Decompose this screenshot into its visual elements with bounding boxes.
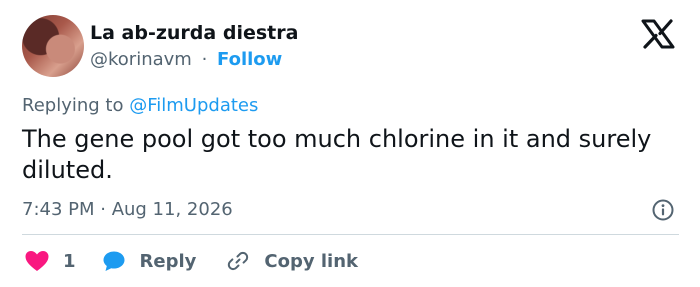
like-button[interactable]: 1 <box>22 249 76 273</box>
x-logo-icon[interactable] <box>640 19 676 49</box>
divider <box>22 234 679 235</box>
avatar[interactable] <box>22 15 84 77</box>
tweet-timestamp[interactable]: 7:43 PM · Aug 11, 2026 <box>22 199 233 220</box>
follow-button[interactable]: Follow <box>217 49 282 70</box>
reply-label: Reply <box>139 250 197 272</box>
info-icon[interactable] <box>651 198 675 222</box>
reply-context-prefix: Replying to <box>22 95 124 116</box>
copy-link-label: Copy link <box>264 250 358 272</box>
handle-separator: · <box>201 49 208 70</box>
like-count: 1 <box>63 250 76 272</box>
author-display-name[interactable]: La ab-zurda diestra <box>90 22 298 44</box>
copy-link-button[interactable]: Copy link <box>226 249 358 273</box>
link-icon <box>228 251 249 271</box>
reply-context: Replying to @FilmUpdates <box>22 95 258 116</box>
heart-icon <box>25 251 49 271</box>
action-bar: 1 Reply Copy link <box>22 247 358 275</box>
author-handle-row: @korinavm · Follow <box>90 49 282 70</box>
speech-bubble-icon <box>103 251 125 271</box>
reply-context-mention[interactable]: @FilmUpdates <box>129 95 258 116</box>
reply-button[interactable]: Reply <box>102 249 197 273</box>
author-handle[interactable]: @korinavm <box>90 49 192 70</box>
tweet-text: The gene pool got too much chlorine in i… <box>22 125 652 184</box>
